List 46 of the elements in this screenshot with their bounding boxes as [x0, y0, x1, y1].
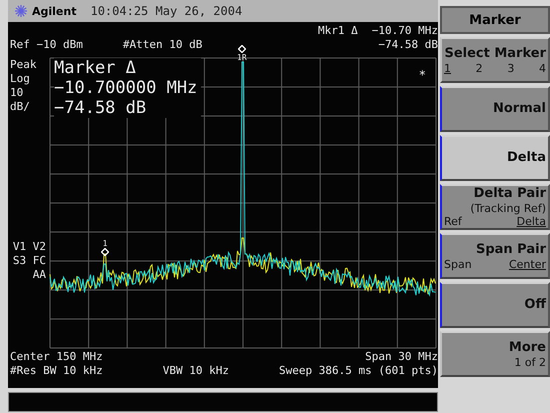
softkey-option: 3: [507, 62, 514, 74]
timestamp: 10:04:25 May 26, 2004: [90, 4, 242, 18]
starburst-logo-icon: [14, 4, 28, 18]
softkey-option: 1: [444, 62, 451, 74]
marker-diamond-icon: [238, 45, 246, 53]
marker-readout-amplitude: −74.58 dB: [378, 38, 438, 52]
status-label: V1 V2: [12, 240, 46, 254]
softkey[interactable]: Off: [440, 282, 550, 328]
brand-name: Agilent: [32, 4, 76, 18]
asterisk-indicator: *: [418, 68, 426, 82]
scale-label: Log: [10, 72, 31, 86]
softkey-option: 2: [476, 62, 483, 74]
marker-diamond-icon: [101, 248, 109, 256]
span-setting: Span 30 MHz: [365, 350, 438, 364]
marker-label: 1: [102, 239, 108, 248]
softkey-sublabel: 1 of 2: [514, 356, 546, 368]
attenuation: #Atten 10 dB: [122, 38, 202, 52]
softkey-option: Ref: [444, 215, 462, 228]
softkey[interactable]: More 1 of 2: [440, 331, 550, 377]
resolution-bandwidth: #Res BW 10 kHz: [10, 364, 103, 378]
softkey[interactable]: Span Pair Span Center: [440, 233, 550, 279]
marker-box-title: Marker Δ: [54, 58, 137, 78]
marker-readout-frequency: −10.70 MHz: [372, 24, 438, 38]
softkey-sublabel: (Tracking Ref): [470, 202, 546, 215]
softkey[interactable]: Delta: [440, 135, 550, 181]
softkey[interactable]: Select Marker 1 2 3 4: [440, 37, 550, 83]
scale-label: dB/: [10, 100, 31, 114]
marker-label: 1R: [237, 53, 247, 62]
scale-label: 10: [10, 86, 24, 100]
softkey[interactable]: Delta Pair (Tracking Ref) Ref Delta: [440, 184, 550, 230]
video-bandwidth: VBW 10 kHz: [162, 364, 229, 378]
softkey-option: 4: [538, 62, 546, 74]
softkey[interactable]: Normal: [440, 86, 550, 132]
menu-title: Marker: [440, 6, 550, 34]
marker-readout-label: Mkr1 Δ: [318, 24, 358, 38]
marker-box-amplitude: −74.58 dB: [54, 98, 148, 118]
softkey-option: Span: [444, 258, 472, 270]
softkey-option: Center: [508, 258, 546, 270]
status-label: S3 FC: [12, 254, 46, 268]
center-frequency: Center 150 MHz: [10, 350, 103, 364]
scale-label: Peak: [10, 58, 38, 72]
marker-box-frequency: −10.700000 MHz: [54, 78, 198, 98]
softkey-option: Delta: [516, 215, 546, 228]
status-label: AA: [32, 268, 46, 282]
sweep-setting: Sweep 386.5 ms (601 pts): [279, 364, 438, 378]
reference-level: Ref −10 dBm: [10, 38, 83, 52]
